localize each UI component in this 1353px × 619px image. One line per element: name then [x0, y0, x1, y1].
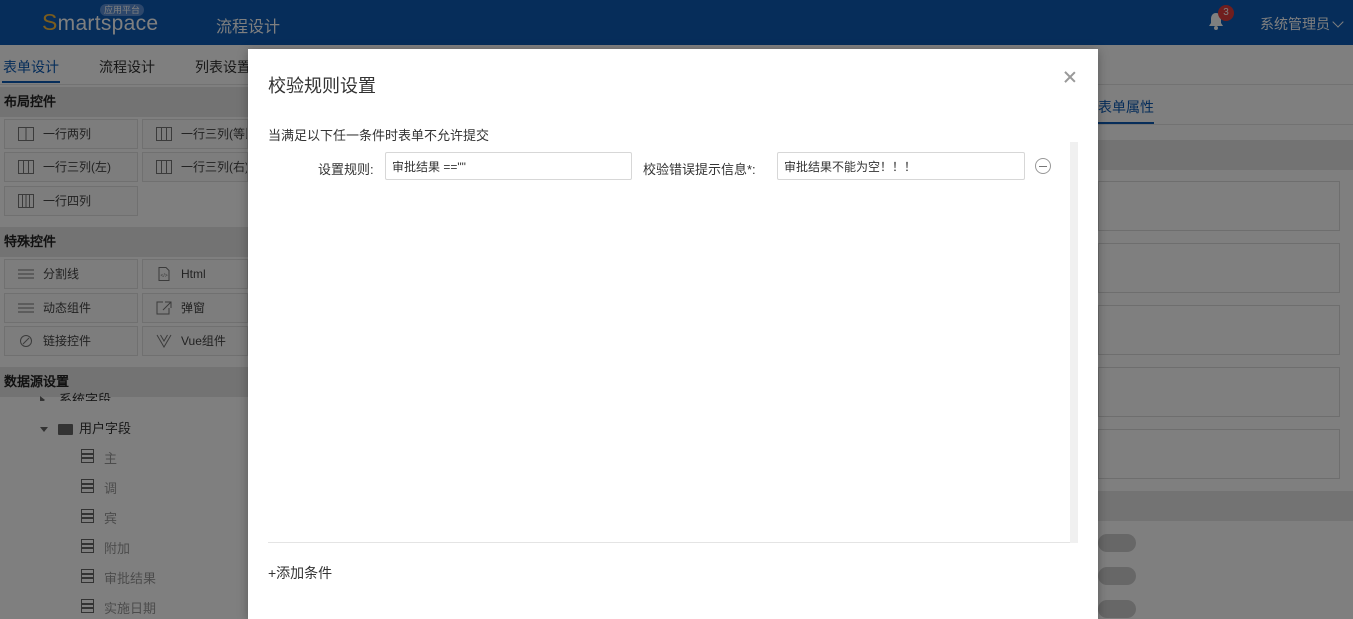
remove-rule-icon[interactable]	[1035, 158, 1051, 174]
rule-input[interactable]	[385, 152, 632, 180]
dialog-title: 校验规则设置	[268, 76, 376, 96]
close-icon[interactable]	[1062, 69, 1078, 85]
error-message-label: 校验错误提示信息*:	[643, 162, 756, 177]
add-condition-button[interactable]: +添加条件	[268, 563, 332, 583]
rules-list: 设置规则: 校验错误提示信息*:	[268, 142, 1078, 543]
error-message-input[interactable]	[777, 152, 1025, 180]
rule-label: 设置规则:	[318, 162, 374, 177]
validation-rules-dialog: 校验规则设置 当满足以下任一条件时表单不允许提交 设置规则: 校验错误提示信息*…	[248, 49, 1098, 619]
scrollbar[interactable]	[1070, 142, 1078, 543]
